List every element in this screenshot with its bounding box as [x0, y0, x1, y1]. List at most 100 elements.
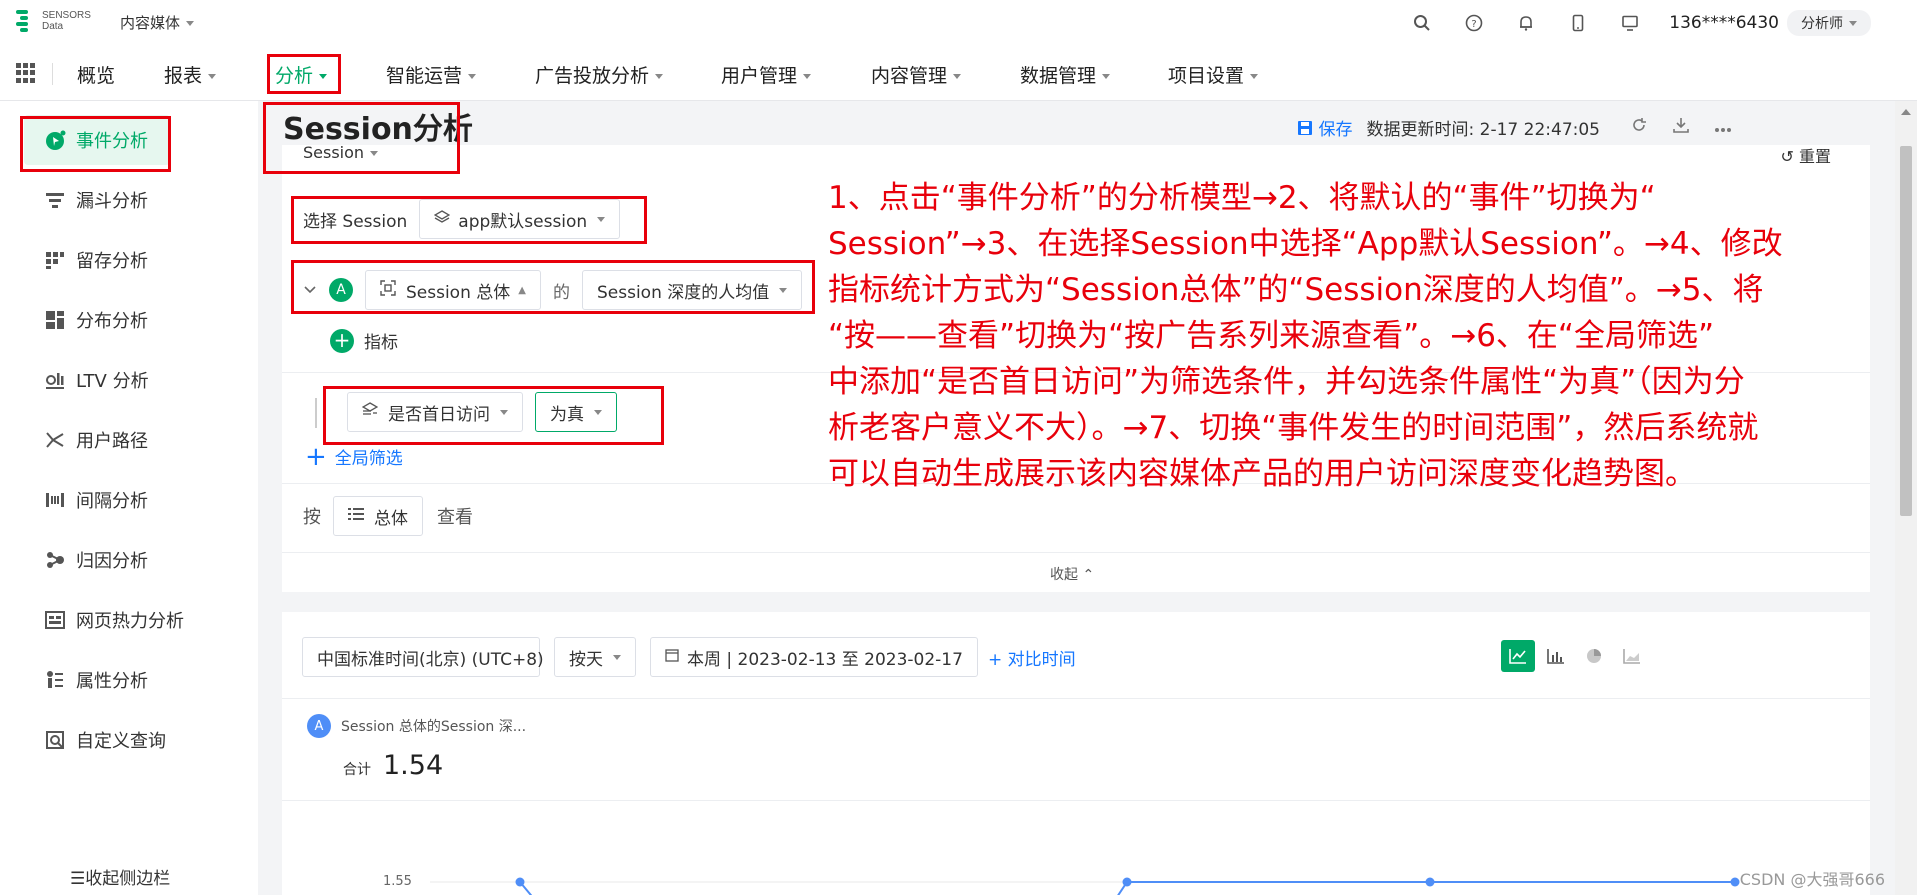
mobile-icon[interactable]	[1565, 10, 1591, 36]
nav-item-user-mgmt[interactable]: 用户管理	[721, 61, 812, 88]
nav-item-overview[interactable]: 概览	[77, 61, 115, 88]
nav-item-ads-analysis[interactable]: 广告投放分析	[535, 61, 664, 88]
monitor-icon[interactable]	[1617, 10, 1643, 36]
chart-divider	[282, 698, 1870, 699]
timezone-select[interactable]: 中国标准时间(北京) (UTC+8)	[302, 637, 562, 677]
total-value: 1.54	[383, 750, 444, 781]
project-name: 内容媒体	[120, 14, 181, 32]
watermark: CSDN @大强哥666	[1739, 870, 1885, 889]
update-time: 数据更新时间: 2-17 22:47:05	[1366, 120, 1600, 140]
sidebar-item-label: 间隔分析	[76, 491, 148, 512]
apps-grid-icon[interactable]	[16, 63, 36, 83]
bell-icon[interactable]	[1513, 10, 1539, 36]
granularity-value: 按天	[569, 649, 603, 670]
sidebar-item-attribute[interactable]: 属性分析	[24, 655, 170, 705]
plus-icon: +	[330, 328, 354, 353]
sidebar-item-interval[interactable]: 间隔分析	[24, 475, 170, 525]
add-metric-button[interactable]: + 指标	[330, 328, 398, 353]
reset-button[interactable]: ↺ 重置	[1780, 143, 1831, 167]
total-summary: 合计 1.54	[343, 750, 443, 781]
sidebar-item-label: 自定义查询	[76, 731, 166, 752]
header-actions: 保存 数据更新时间: 2-17 22:47:05	[1297, 115, 1732, 140]
annotation-text: 1、点击“事件分析”的分析模型→2、将默认的“事件”切换为“ Session”→…	[828, 180, 1783, 492]
chevron-down-icon	[1849, 21, 1857, 26]
series-badge: A	[307, 714, 331, 738]
group-by-value: 总体	[374, 508, 408, 529]
chevron-down-icon	[186, 21, 195, 26]
bar-chart-icon[interactable]	[1539, 640, 1573, 672]
section-divider	[282, 552, 1870, 553]
attribute-icon	[44, 669, 66, 691]
granularity-select[interactable]: 按天	[554, 637, 636, 677]
more-icon[interactable]	[1714, 118, 1732, 138]
user-account[interactable]: 136****6430	[1669, 13, 1779, 33]
nav-item-content-mgmt[interactable]: 内容管理	[871, 61, 962, 88]
sidebar-item-heatmap[interactable]: 网页热力分析	[24, 595, 224, 645]
data-point	[515, 877, 525, 887]
sidebar-item-label: 归因分析	[76, 551, 148, 572]
total-label: 合计	[343, 762, 371, 778]
pie-chart-icon[interactable]	[1577, 640, 1611, 672]
sidebar-item-user-path[interactable]: 用户路径	[24, 415, 170, 465]
sensors-logo[interactable]: SENSORS Data	[16, 8, 91, 34]
svg-text:?: ?	[1472, 19, 1477, 30]
sidebar-item-label: 属性分析	[76, 671, 148, 692]
group-by-select[interactable]: 总体	[333, 496, 423, 536]
chevron-down-icon	[1102, 74, 1111, 79]
series-name[interactable]: Session 总体的Session 深...	[341, 716, 526, 736]
nav-item-reports[interactable]: 报表	[164, 61, 217, 88]
date-range-picker[interactable]: 本周 | 2023-02-13 至 2023-02-17	[650, 637, 978, 677]
chevron-down-icon	[1250, 74, 1259, 79]
logo-mark-icon	[16, 8, 36, 34]
chart-type-switcher	[1497, 640, 1649, 672]
global-filter-label: 全局筛选	[334, 449, 403, 469]
nav-item-smart-ops[interactable]: 智能运营	[386, 61, 477, 88]
sidebar-item-retention[interactable]: 留存分析	[24, 235, 170, 285]
sidebar-item-ltv[interactable]: LTV 分析	[24, 355, 170, 405]
chevron-down-icon	[655, 74, 664, 79]
search-icon[interactable]	[1409, 10, 1435, 36]
nav-divider	[52, 63, 53, 85]
sidebar-item-funnel[interactable]: 漏斗分析	[24, 175, 170, 225]
save-label: 保存	[1318, 120, 1353, 140]
role-selector[interactable]: 分析师	[1787, 9, 1871, 36]
line-chart-icon[interactable]	[1501, 640, 1535, 672]
sidebar-item-attribution[interactable]: 归因分析	[24, 535, 170, 585]
filter-connector	[315, 398, 317, 428]
project-selector[interactable]: 内容媒体	[120, 12, 195, 33]
role-label: 分析师	[1801, 15, 1843, 32]
nav-item-project-settings[interactable]: 项目设置	[1168, 61, 1259, 88]
sidebar-item-label: LTV 分析	[76, 371, 149, 392]
trend-line-chart	[430, 877, 1740, 895]
series-legend: A Session 总体的Session 深...	[307, 714, 526, 738]
annotation-box-event-analysis	[20, 116, 171, 172]
annotation-box-metric	[291, 260, 815, 314]
chevron-down-icon	[208, 74, 217, 79]
area-chart-icon[interactable]	[1615, 640, 1649, 672]
nav-item-data-mgmt[interactable]: 数据管理	[1020, 61, 1111, 88]
by-label: 按	[303, 507, 321, 528]
view-label: 查看	[437, 507, 473, 528]
sidebar-item-custom-query[interactable]: 自定义查询	[24, 715, 170, 765]
collapse-label: 收起	[1050, 567, 1078, 583]
compare-time-button[interactable]: + 对比时间	[988, 645, 1076, 670]
compare-time-label: 对比时间	[1007, 649, 1076, 670]
refresh-icon[interactable]	[1630, 116, 1648, 139]
data-point	[1122, 877, 1132, 887]
heatmap-icon	[44, 609, 66, 631]
sidebar-item-label: 网页热力分析	[76, 611, 184, 632]
annotation-box-filter	[323, 386, 664, 445]
save-button[interactable]: 保存	[1297, 115, 1353, 140]
scroll-up-icon	[1901, 109, 1911, 115]
sidebar-item-label: 分布分析	[76, 311, 148, 332]
plus-icon: +	[987, 649, 1008, 670]
data-point	[1730, 877, 1740, 887]
collapse-query-button[interactable]: 收起 ⌃	[1050, 564, 1094, 584]
chart-toolbar: 中国标准时间(北京) (UTC+8) 按天 本周 | 2023-02-13 至 …	[302, 637, 1076, 677]
sidebar-item-distribution[interactable]: 分布分析	[24, 295, 170, 345]
data-point	[1425, 877, 1435, 887]
global-filter-button[interactable]: + 全局筛选	[305, 444, 403, 470]
help-icon[interactable]: ?	[1461, 10, 1487, 36]
custom-query-icon	[44, 729, 66, 751]
download-icon[interactable]	[1672, 116, 1690, 139]
